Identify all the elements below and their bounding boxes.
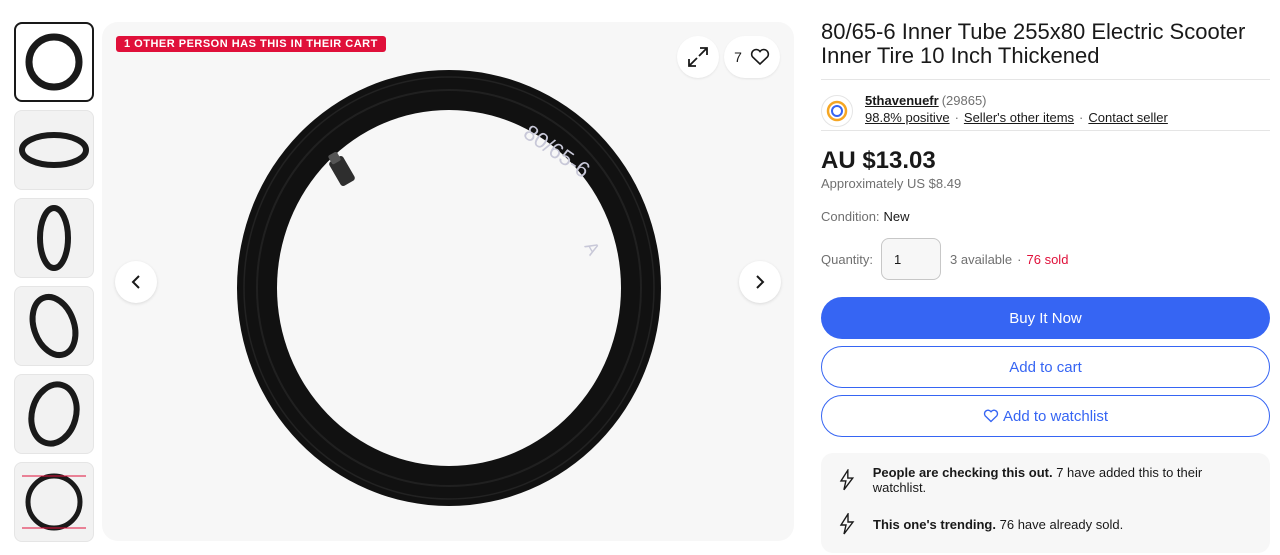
listing-info-panel: 80/65-6 Inner Tube 255x80 Electric Scoot…	[821, 20, 1270, 553]
seller-name-link[interactable]: 5thavenuefr	[865, 93, 939, 108]
thumbnail-strip	[14, 22, 96, 550]
condition-row: Condition: New	[821, 209, 1270, 224]
seller-positive-link[interactable]: 98.8% positive	[865, 109, 950, 126]
thumbnail-6[interactable]	[14, 462, 94, 542]
seller-other-items-link[interactable]: Seller's other items	[964, 109, 1074, 126]
watch-count: 7	[734, 49, 742, 65]
approx-value: US $8.49	[907, 176, 962, 191]
tube-thumb-image	[22, 473, 86, 531]
divider	[821, 130, 1270, 131]
signal-bold: People are checking this out.	[872, 465, 1053, 480]
signal-item: This one's trending. 76 have already sol…	[839, 509, 1252, 539]
seller-avatar[interactable]	[821, 95, 853, 127]
heart-icon	[750, 48, 770, 66]
thumbnail-2[interactable]	[14, 110, 94, 190]
expand-icon	[688, 47, 708, 67]
add-to-cart-button[interactable]: Add to cart	[821, 346, 1270, 388]
separator: ·	[954, 110, 959, 125]
tube-thumb-image	[28, 381, 80, 447]
inner-tube-photo: 80/65-6 A	[232, 66, 666, 510]
seller-feedback-count: (29865)	[941, 93, 987, 108]
tube-thumb-image	[37, 205, 71, 271]
approx-price: Approximately US $8.49	[821, 176, 1270, 191]
separator: ·	[1079, 110, 1084, 125]
quantity-row: Quantity: 3 available · 76 sold	[821, 238, 1270, 280]
main-product-image[interactable]: 1 OTHER PERSON HAS THIS IN THEIR CART 7	[102, 22, 794, 541]
condition-value: New	[883, 209, 910, 224]
sold-count[interactable]: 76 sold	[1027, 252, 1069, 267]
quantity-label: Quantity:	[821, 251, 874, 267]
heart-icon	[983, 409, 999, 423]
previous-image-button[interactable]	[115, 261, 157, 303]
quantity-input[interactable]	[881, 238, 941, 280]
tube-thumb-image	[29, 293, 79, 359]
signal-text: 76 have already sold.	[999, 516, 1124, 532]
approx-label: Approximately	[821, 176, 904, 191]
tube-thumb-image	[25, 33, 83, 91]
signal-icon	[839, 513, 855, 535]
available-count: 3 available	[950, 251, 1013, 267]
next-image-button[interactable]	[739, 261, 781, 303]
chevron-left-icon	[131, 275, 140, 289]
add-to-watchlist-button[interactable]: Add to watchlist	[821, 395, 1270, 437]
urgency-signals: People are checking this out. 7 have add…	[821, 453, 1270, 553]
signal-icon	[839, 469, 855, 491]
signal-bold: This one's trending.	[873, 516, 996, 532]
watch-count-button[interactable]: 7	[724, 36, 780, 78]
add-to-watchlist-label: Add to watchlist	[1002, 407, 1109, 425]
buy-it-now-button[interactable]: Buy It Now	[821, 297, 1270, 339]
thumbnail-4[interactable]	[14, 286, 94, 366]
condition-label: Condition:	[821, 209, 880, 224]
signal-item: People are checking this out. 7 have add…	[839, 465, 1252, 495]
expand-image-button[interactable]	[677, 36, 719, 78]
product-title: 80/65-6 Inner Tube 255x80 Electric Scoot…	[821, 19, 1246, 68]
contact-seller-link[interactable]: Contact seller	[1088, 109, 1167, 126]
separator: ·	[1017, 251, 1022, 267]
thumbnail-3[interactable]	[14, 198, 94, 278]
price: AU $13.03	[821, 147, 936, 174]
seller-card: 5thavenuefr (29865) 98.8% positive · Sell…	[821, 80, 1270, 130]
cart-activity-badge: 1 OTHER PERSON HAS THIS IN THEIR CART	[116, 36, 386, 52]
tube-thumb-image	[19, 132, 89, 168]
thumbnail-1[interactable]	[14, 22, 94, 102]
chevron-right-icon	[756, 275, 765, 289]
store-logo-icon	[826, 100, 848, 122]
thumbnail-5[interactable]	[14, 374, 94, 454]
